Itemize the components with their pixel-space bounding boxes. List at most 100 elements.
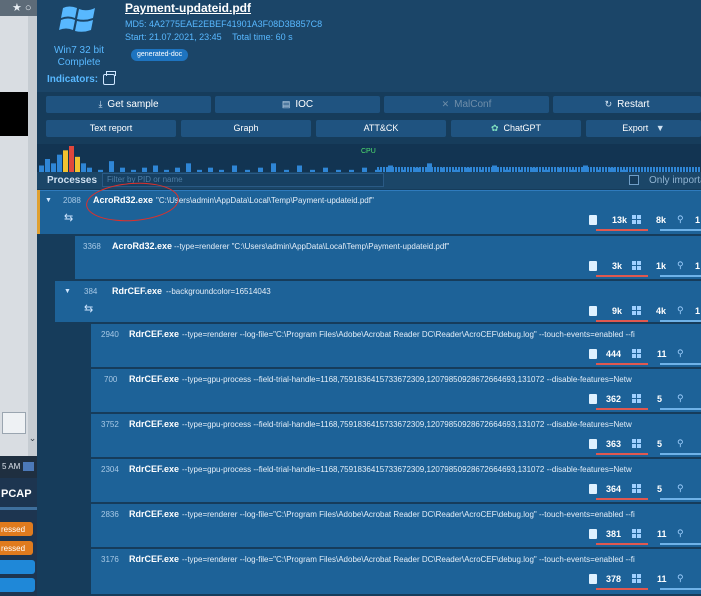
process-name[interactable]: AcroRd32.exe (112, 241, 172, 251)
list-item[interactable] (0, 560, 35, 574)
attck-button[interactable]: ATT&CK (316, 120, 446, 137)
files-count: 3k (612, 261, 623, 271)
process-pid: 3176 (101, 555, 119, 564)
registry-count: 11 (657, 349, 667, 359)
restart-icon: ↻ (604, 99, 613, 109)
cpu-bar (57, 154, 62, 172)
chevron-down-icon[interactable]: ⌄ (28, 433, 37, 444)
registry-icon (632, 349, 642, 359)
chatgpt-button[interactable]: ✿ ChatGPT (451, 120, 581, 137)
file-icon (589, 261, 597, 271)
registry-icon (632, 574, 642, 584)
expand-caret-icon[interactable]: ▼ (45, 197, 52, 204)
only-important-checkbox[interactable] (629, 175, 639, 185)
export-button[interactable]: Export ▼ (586, 120, 701, 137)
network-icon: ⚲ (677, 438, 684, 448)
network-icon: ⚲ (677, 214, 684, 224)
activity-bar (596, 588, 648, 590)
pcap-underline (0, 507, 37, 510)
file-name[interactable]: Payment-updateid.pdf (125, 1, 251, 15)
process-pid: 3368 (83, 242, 101, 251)
process-args: --type=renderer --log-file="C:\Program F… (182, 510, 635, 519)
restart-label: Restart (617, 99, 650, 110)
process-name[interactable]: RdrCEF.exe (129, 374, 179, 384)
clipboard-icon[interactable] (103, 71, 116, 85)
process-args: --backgroundcolor=16514043 (166, 287, 271, 296)
registry-icon (632, 215, 642, 225)
file-icon (589, 215, 597, 225)
ioc-button[interactable]: ▤ IOC (215, 96, 380, 113)
activity-bar (660, 498, 701, 500)
registry-count: 1k (656, 261, 667, 271)
network-icon: ⚲ (677, 260, 684, 270)
malconf-button[interactable]: ✕ MalConf (384, 96, 549, 113)
process-name[interactable]: RdrCEF.exe (129, 554, 179, 564)
star-icon[interactable]: ★ ○ (12, 1, 32, 14)
tag-badge[interactable]: generated-doc (131, 49, 189, 61)
md5-value[interactable]: 4A2775EAE2EBEF41901A3F08D3B857C8 (149, 19, 322, 29)
malconf-label: MalConf (454, 99, 492, 110)
registry-count: 8k (656, 215, 667, 225)
graph-button[interactable]: Graph (181, 120, 311, 137)
get-sample-button[interactable]: ⤓ Get sample (46, 96, 211, 113)
network-icon: ⚲ (677, 393, 684, 403)
list-item[interactable] (0, 578, 35, 592)
process-name[interactable]: RdrCEF.exe (129, 419, 179, 429)
activity-bar (596, 543, 648, 545)
left-strip-dark-panel (0, 92, 28, 136)
network-count: 1 (695, 306, 701, 316)
os-name: Win7 32 bit (53, 45, 105, 56)
process-name[interactable]: RdrCEF.exe (129, 509, 179, 519)
activity-bar (596, 275, 648, 277)
cpu-bar (45, 159, 50, 172)
expand-caret-icon[interactable]: ▼ (64, 288, 71, 295)
files-count: 9k (612, 306, 623, 316)
process-name[interactable]: RdrCEF.exe (129, 329, 179, 339)
chatgpt-label: ChatGPT (503, 123, 542, 133)
activity-bar (596, 363, 648, 365)
process-pid: 2836 (101, 510, 119, 519)
file-icon (589, 306, 597, 316)
file-icon (589, 439, 597, 449)
file-icon (589, 394, 597, 404)
cpu-bar (75, 156, 80, 172)
registry-icon (632, 529, 642, 539)
process-name[interactable]: RdrCEF.exe (129, 464, 179, 474)
process-args: --type=renderer --log-file="C:\Program F… (182, 555, 635, 564)
get-sample-label: Get sample (107, 99, 159, 110)
swap-arrows-icon[interactable]: ⇆ (84, 302, 93, 315)
indicators-label: Indicators: (47, 74, 99, 85)
activity-bar (596, 320, 648, 322)
swap-arrows-icon[interactable]: ⇆ (64, 211, 73, 224)
pcap-label[interactable]: PCAP (1, 488, 32, 500)
status-badge: ressed (0, 522, 33, 536)
network-count: 1 (695, 215, 701, 225)
cpu-bar (51, 163, 56, 172)
registry-count: 11 (657, 529, 667, 539)
network-icon: ⚲ (677, 305, 684, 315)
total-time-label: Total time: (232, 32, 274, 42)
files-count: 381 (606, 529, 622, 539)
selected-accent (37, 190, 40, 234)
cpu-bar (81, 163, 86, 172)
process-name[interactable]: RdrCEF.exe (112, 286, 162, 296)
network-icon: ⚲ (677, 573, 684, 583)
registry-icon (632, 261, 642, 271)
activity-bar (660, 229, 701, 231)
process-args: --type=gpu-process --field-trial-handle=… (182, 375, 632, 384)
left-strip-box (2, 412, 26, 434)
download-icon: ⤓ (98, 99, 103, 109)
registry-count: 5 (657, 484, 663, 494)
restart-button[interactable]: ↻ Restart (553, 96, 701, 113)
document-icon: ▤ (281, 99, 291, 109)
process-pid: 2304 (101, 465, 119, 474)
file-icon (589, 529, 597, 539)
left-strip-scrollbar[interactable] (28, 16, 37, 456)
registry-icon (632, 484, 642, 494)
cpu-bar (271, 163, 276, 172)
activity-bar (660, 408, 701, 410)
text-report-button[interactable]: Text report (46, 120, 176, 137)
chevron-down-icon: ▼ (655, 123, 665, 133)
tools-icon: ✕ (441, 99, 450, 109)
chatgpt-icon: ✿ (490, 123, 499, 133)
